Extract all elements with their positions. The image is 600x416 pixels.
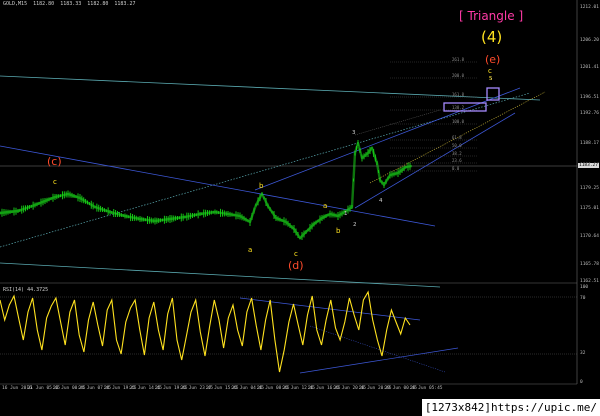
rsi-trendline-dotted xyxy=(309,325,446,373)
rsi-line xyxy=(0,290,411,373)
rsi-tick: 100 xyxy=(580,285,589,290)
fib-level-label: 261.8 xyxy=(452,57,465,62)
price-tick: 1162.51 xyxy=(580,279,599,284)
trendline-lower xyxy=(0,262,441,288)
chart-window[interactable]: GOLD,M15 1182.80 1183.33 1182.80 1183.27… xyxy=(0,0,600,416)
time-tick: 29 Jun 05:45 xyxy=(410,386,443,391)
wave-label: b xyxy=(259,182,264,190)
fib-level-label: 0.0 xyxy=(452,166,460,171)
fib-level-label: 23.6 xyxy=(452,158,462,163)
fib-level-label: 100.0 xyxy=(452,119,465,124)
price-tick: 1188.17 xyxy=(580,141,599,146)
fib-level-label: 38.2 xyxy=(452,151,462,156)
fib-level-label: 138.2 xyxy=(452,105,465,110)
price-chart-canvas[interactable] xyxy=(0,0,600,416)
wave-label: 2 xyxy=(353,222,357,228)
trendline-dotted xyxy=(0,92,531,248)
rsi-tick: 32 xyxy=(580,351,586,356)
wave-label: 4 xyxy=(379,198,383,204)
wave-label-d-big: (d) xyxy=(288,259,304,272)
ohlc-close: 1183.27 xyxy=(114,1,136,7)
wave-label: 1 xyxy=(344,211,348,217)
wave-degree-label: (4) xyxy=(481,28,503,46)
wave-label: c xyxy=(488,67,492,75)
triangle-title: [ Triangle ] xyxy=(459,9,524,23)
wave-label: 3 xyxy=(352,130,356,136)
price-tick: 1212.01 xyxy=(580,5,599,10)
rsi-tick: 0 xyxy=(580,380,583,385)
wave-label: 5 xyxy=(489,76,493,82)
wave-label: a xyxy=(323,202,328,210)
rsi-trendline-lower xyxy=(299,347,459,374)
ohlc-high: 1183.33 xyxy=(60,1,82,7)
price-tick: 1175.01 xyxy=(580,206,599,211)
channel-lower-left xyxy=(0,145,436,227)
price-tick: 1196.51 xyxy=(580,95,599,100)
price-tick: 1206.20 xyxy=(580,38,599,43)
watermark: [1273x842]https://upic.me/ xyxy=(421,399,600,416)
fib-level-label: 61.8 xyxy=(452,135,462,140)
ohlc-open: 1182.80 xyxy=(33,1,55,7)
wave-label-c-big: (c) xyxy=(47,155,62,168)
ohlc-low: 1182.80 xyxy=(87,1,109,7)
symbol-label: GOLD,M15 xyxy=(3,1,28,7)
current-price-marker: 1183.27 xyxy=(578,163,599,168)
wave-label: c xyxy=(53,178,57,186)
wave-label-e-big: (e) xyxy=(485,53,501,66)
wave-label: b xyxy=(336,227,341,235)
price-tick: 1179.25 xyxy=(580,186,599,191)
price-tick: 1192.76 xyxy=(580,111,599,116)
channel-inner xyxy=(354,112,516,209)
fib-level-label: 50.0 xyxy=(452,143,462,148)
wave-label: a xyxy=(248,246,253,254)
wave-label: c xyxy=(294,250,298,258)
chart-header: GOLD,M15 1182.80 1183.33 1182.80 1183.27 xyxy=(3,1,138,7)
fib-level-label: 200.0 xyxy=(452,73,465,78)
rsi-tick: 70 xyxy=(580,296,586,301)
fib-level-label: 161.8 xyxy=(452,92,465,97)
price-tick: 1201.41 xyxy=(580,65,599,70)
rsi-label: RSI(14) 44.3725 xyxy=(3,287,49,293)
price-tick: 1170.64 xyxy=(580,234,599,239)
price-tick: 1165.78 xyxy=(580,262,599,267)
